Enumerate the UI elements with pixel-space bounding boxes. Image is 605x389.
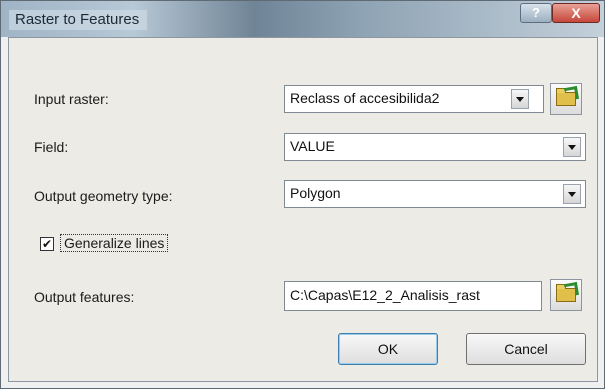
geometry-type-label: Output geometry type: (34, 188, 173, 204)
generalize-lines-checkbox[interactable]: ✔ (40, 237, 54, 251)
output-features-label: Output features: (34, 289, 135, 305)
field-value: VALUE (290, 138, 335, 154)
field-label: Field: (34, 139, 69, 155)
chevron-down-icon[interactable] (563, 184, 581, 204)
input-raster-browse-button[interactable] (550, 83, 582, 115)
raster-to-features-dialog: Raster to Features ? X Input raster: Rec… (0, 0, 605, 389)
close-button[interactable]: X (552, 3, 600, 23)
cancel-button[interactable]: Cancel (466, 333, 586, 365)
output-features-input[interactable]: C:\Capas\E12_2_Analisis_rast (284, 281, 542, 311)
geometry-type-select[interactable]: Polygon (284, 180, 586, 208)
output-features-value: C:\Capas\E12_2_Analisis_rast (290, 287, 480, 303)
chevron-down-icon[interactable] (563, 137, 581, 157)
generalize-lines-label[interactable]: Generalize lines (60, 234, 169, 252)
output-features-browse-button[interactable] (550, 279, 582, 311)
folder-arrow-icon (563, 85, 580, 102)
folder-arrow-icon (563, 281, 580, 298)
chevron-down-icon[interactable] (511, 89, 529, 109)
input-raster-label: Input raster: (34, 91, 109, 107)
window-title: Raster to Features (9, 10, 148, 30)
dialog-body: Input raster: Reclass of accesibilida2 F… (8, 37, 598, 382)
field-select[interactable]: VALUE (284, 133, 586, 161)
help-button[interactable]: ? (520, 3, 552, 23)
ok-button[interactable]: OK (338, 333, 438, 365)
input-raster-select[interactable]: Reclass of accesibilida2 (284, 85, 544, 113)
input-raster-value: Reclass of accesibilida2 (290, 90, 440, 106)
geometry-type-value: Polygon (290, 185, 341, 201)
title-bar[interactable]: Raster to Features ? X (1, 1, 604, 37)
